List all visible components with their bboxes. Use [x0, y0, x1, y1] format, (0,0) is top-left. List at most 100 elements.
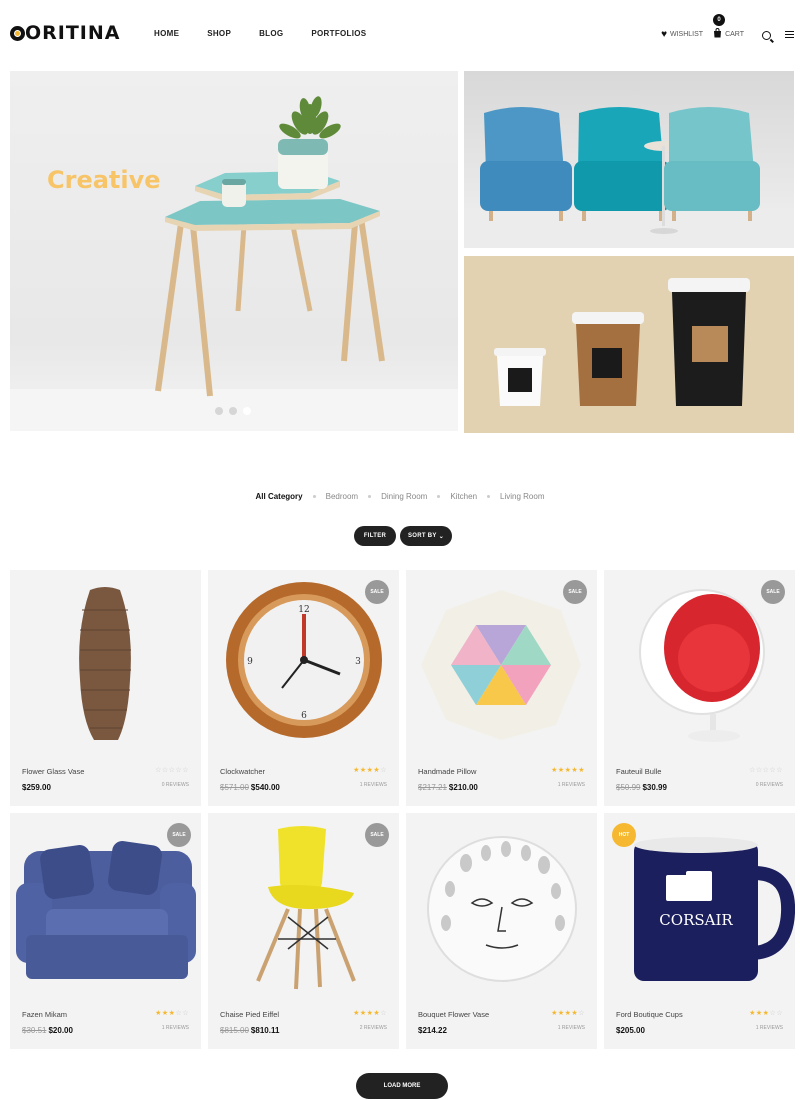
rating-stars: ★★★★☆ — [551, 1010, 585, 1017]
product-card[interactable]: SALE Fauteuil Bulle $50.99 $30.99 ☆☆☆☆☆ 0… — [604, 570, 795, 806]
slider-dot[interactable] — [229, 407, 237, 415]
logo[interactable]: ORITINA — [10, 22, 121, 44]
review-count: 2 REVIEWS — [359, 1025, 387, 1031]
hero-slider[interactable]: Creative — [10, 71, 458, 431]
product-card[interactable]: SALE Fazen Mikam $30.51 $20.00 ★★★☆☆ 1 RE… — [10, 813, 201, 1049]
product-name[interactable]: Ford Boutique Cups — [616, 1010, 683, 1019]
slider-dot-active[interactable] — [243, 407, 251, 415]
cart-label: CART — [725, 31, 744, 38]
product-price: $205.00 — [616, 1026, 645, 1035]
product-name[interactable]: Bouquet Flower Vase — [418, 1010, 489, 1019]
price-old: $571.00 — [220, 783, 249, 792]
price-current: $30.99 — [642, 783, 667, 792]
rating-stars: ★★★★☆ — [353, 767, 387, 774]
banner-armchairs[interactable] — [464, 71, 794, 248]
product-price: $815.00 $810.11 — [220, 1026, 279, 1035]
rating-stars: ☆☆☆☆☆ — [155, 767, 189, 774]
price-old: $30.51 — [22, 1026, 47, 1035]
cart-link[interactable]: 0 CART — [713, 14, 744, 41]
product-price: $50.99 $30.99 — [616, 783, 667, 792]
load-more-button[interactable]: LOAD MORE — [356, 1073, 448, 1099]
banner-coffee-cups[interactable] — [464, 256, 794, 433]
product-card[interactable]: Flower Glass Vase $259.00 ☆☆☆☆☆ 0 REVIEW… — [10, 570, 201, 806]
price-current: $205.00 — [616, 1026, 645, 1035]
price-current: $540.00 — [250, 783, 280, 792]
review-count: 1 REVIEWS — [557, 1025, 585, 1031]
sort-by-label: SORT BY — [407, 533, 437, 539]
coffee-cups-image — [494, 278, 750, 406]
sale-badge: SALE — [167, 823, 191, 847]
slider-dot[interactable] — [215, 407, 223, 415]
product-card[interactable]: 12 3 6 9 SALE Clockwatcher $571.00 $540.00 ★… — [208, 570, 399, 806]
product-name[interactable]: Clockwatcher — [220, 767, 265, 776]
hexagon-side-table-image — [10, 96, 458, 431]
product-card[interactable]: CORSAIR HOT Ford Boutique Cups $205.00 ★… — [604, 813, 795, 1049]
nav-home[interactable]: HOME — [154, 29, 179, 38]
sort-by-button[interactable]: SORT BY ⌄ — [400, 526, 452, 546]
category-all[interactable]: All Category — [256, 492, 303, 501]
product-price: $30.51 $20.00 — [22, 1026, 73, 1035]
price-current: $810.11 — [250, 1026, 280, 1035]
separator-dot — [437, 495, 441, 498]
price-old: $217.21 — [418, 783, 447, 792]
product-image-vase — [79, 587, 131, 740]
nav-blog[interactable]: BLOG — [259, 29, 283, 38]
product-price: $214.22 — [418, 1026, 447, 1035]
review-count: 1 REVIEWS — [359, 782, 387, 788]
price-current: $210.00 — [448, 783, 478, 792]
product-name[interactable]: Flower Glass Vase — [22, 767, 84, 776]
svg-text:9: 9 — [247, 657, 253, 667]
review-count: 0 REVIEWS — [161, 782, 189, 788]
price-current: $259.00 — [22, 783, 51, 792]
product-card[interactable]: SALE Chaise Pied Eiffel $815.00 $810.11 ★… — [208, 813, 399, 1049]
svg-text:CORSAIR: CORSAIR — [659, 911, 733, 929]
rating-stars: ★★★☆☆ — [155, 1010, 189, 1017]
filter-controls: FILTER SORT BY ⌄ — [354, 526, 452, 546]
category-living-room[interactable]: Living Room — [500, 492, 544, 501]
sale-badge: SALE — [563, 580, 587, 604]
sale-badge: SALE — [365, 823, 389, 847]
category-filter: All Category Bedroom Dining Room Kitchen… — [0, 492, 800, 501]
review-count: 1 REVIEWS — [557, 782, 585, 788]
review-count: 0 REVIEWS — [755, 782, 783, 788]
cart-count-badge: 0 — [713, 14, 726, 26]
slider-dots — [215, 407, 251, 415]
filter-button[interactable]: FILTER — [354, 526, 396, 546]
price-current: $20.00 — [48, 1026, 73, 1035]
rating-stars: ☆☆☆☆☆ — [749, 767, 783, 774]
hamburger-menu-icon[interactable] — [785, 31, 794, 38]
search-icon[interactable] — [762, 31, 771, 40]
rating-stars: ★★★★☆ — [353, 1010, 387, 1017]
hero-title: Creative — [47, 166, 161, 194]
product-name[interactable]: Fauteuil Bulle — [616, 767, 661, 776]
separator-dot — [487, 495, 491, 498]
product-name[interactable]: Chaise Pied Eiffel — [220, 1010, 279, 1019]
price-old: $50.99 — [616, 783, 641, 792]
category-dining-room[interactable]: Dining Room — [381, 492, 427, 501]
svg-text:12: 12 — [298, 605, 309, 615]
review-count: 1 REVIEWS — [755, 1025, 783, 1031]
rating-stars: ★★★☆☆ — [749, 1010, 783, 1017]
product-card[interactable]: Bouquet Flower Vase $214.22 ★★★★☆ 1 REVI… — [406, 813, 597, 1049]
category-kitchen[interactable]: Kitchen — [450, 492, 477, 501]
header-actions: ♥ WISHLIST 0 CART — [651, 14, 794, 41]
nav-portfolios[interactable]: PORTFOLIOS — [311, 29, 366, 38]
product-price: $571.00 $540.00 — [220, 783, 280, 792]
product-name[interactable]: Handmade Pillow — [418, 767, 476, 776]
rating-stars: ★★★★★ — [551, 767, 585, 774]
category-bedroom[interactable]: Bedroom — [326, 492, 358, 501]
price-current: $214.22 — [418, 1026, 447, 1035]
product-price: $217.21 $210.00 — [418, 783, 478, 792]
main-nav: HOME SHOP BLOG PORTFOLIOS — [154, 29, 394, 38]
product-grid: Flower Glass Vase $259.00 ☆☆☆☆☆ 0 REVIEW… — [10, 570, 795, 1049]
product-card[interactable]: SALE Handmade Pillow $217.21 $210.00 ★★★★… — [406, 570, 597, 806]
logo-mark — [10, 25, 25, 41]
wishlist-link[interactable]: ♥ WISHLIST — [661, 29, 703, 40]
product-name[interactable]: Fazen Mikam — [22, 1010, 67, 1019]
nav-shop[interactable]: SHOP — [207, 29, 231, 38]
wishlist-label: WISHLIST — [670, 31, 704, 38]
review-count: 1 REVIEWS — [161, 1025, 189, 1031]
separator-dot — [368, 495, 372, 498]
logo-text: ORITINA — [25, 22, 121, 44]
price-old: $815.00 — [220, 1026, 249, 1035]
